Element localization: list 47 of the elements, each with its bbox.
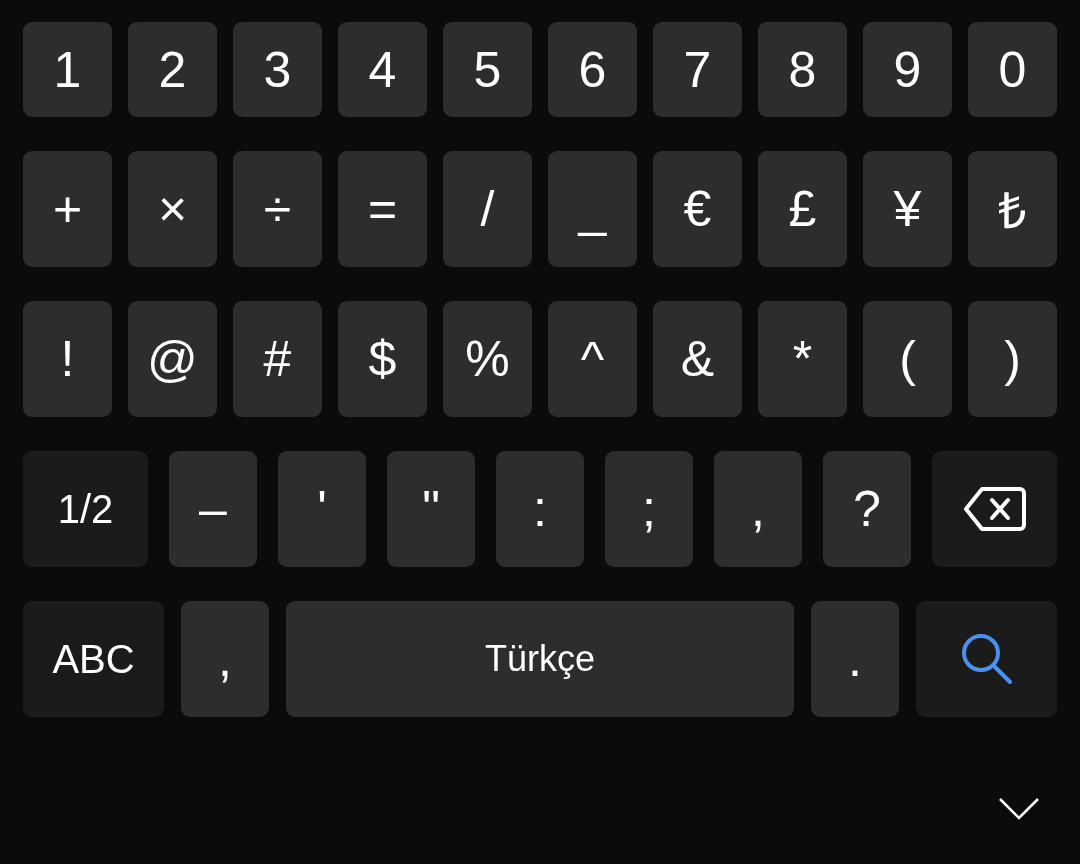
key[interactable]: /: [443, 151, 532, 267]
key[interactable]: ×: [128, 151, 217, 267]
key[interactable]: ¥: [863, 151, 952, 267]
key[interactable]: *: [758, 301, 847, 417]
key[interactable]: !: [23, 301, 112, 417]
search-icon: [959, 632, 1014, 686]
key[interactable]: +: [23, 151, 112, 267]
key[interactable]: ?: [823, 451, 911, 567]
key[interactable]: 0: [968, 22, 1057, 117]
key[interactable]: ,: [714, 451, 802, 567]
space-key[interactable]: Türkçe: [286, 601, 794, 717]
key[interactable]: ': [278, 451, 366, 567]
search-key[interactable]: [916, 601, 1057, 717]
key[interactable]: ÷: [233, 151, 322, 267]
key[interactable]: ₺: [968, 151, 1057, 267]
key[interactable]: €: [653, 151, 742, 267]
collapse-keyboard-icon[interactable]: [998, 797, 1040, 821]
key[interactable]: .: [811, 601, 899, 717]
key[interactable]: 9: [863, 22, 952, 117]
key[interactable]: %: [443, 301, 532, 417]
key[interactable]: $: [338, 301, 427, 417]
key[interactable]: ^: [548, 301, 637, 417]
key[interactable]: :: [496, 451, 584, 567]
key[interactable]: ;: [605, 451, 693, 567]
key[interactable]: 4: [338, 22, 427, 117]
key[interactable]: –: [169, 451, 257, 567]
key[interactable]: ): [968, 301, 1057, 417]
backspace-icon: [963, 486, 1026, 532]
key[interactable]: @: [128, 301, 217, 417]
key[interactable]: 2: [128, 22, 217, 117]
key[interactable]: &: [653, 301, 742, 417]
key[interactable]: 8: [758, 22, 847, 117]
key[interactable]: £: [758, 151, 847, 267]
mode-key[interactable]: 1/2: [23, 451, 148, 567]
key[interactable]: 3: [233, 22, 322, 117]
key[interactable]: 5: [443, 22, 532, 117]
key[interactable]: ,: [181, 601, 269, 717]
key[interactable]: _: [548, 151, 637, 267]
key[interactable]: (: [863, 301, 952, 417]
key[interactable]: 7: [653, 22, 742, 117]
key[interactable]: =: [338, 151, 427, 267]
key[interactable]: #: [233, 301, 322, 417]
mode-key[interactable]: ABC: [23, 601, 164, 717]
key[interactable]: ": [387, 451, 475, 567]
key[interactable]: 6: [548, 22, 637, 117]
backspace-key[interactable]: [932, 451, 1057, 567]
key[interactable]: 1: [23, 22, 112, 117]
